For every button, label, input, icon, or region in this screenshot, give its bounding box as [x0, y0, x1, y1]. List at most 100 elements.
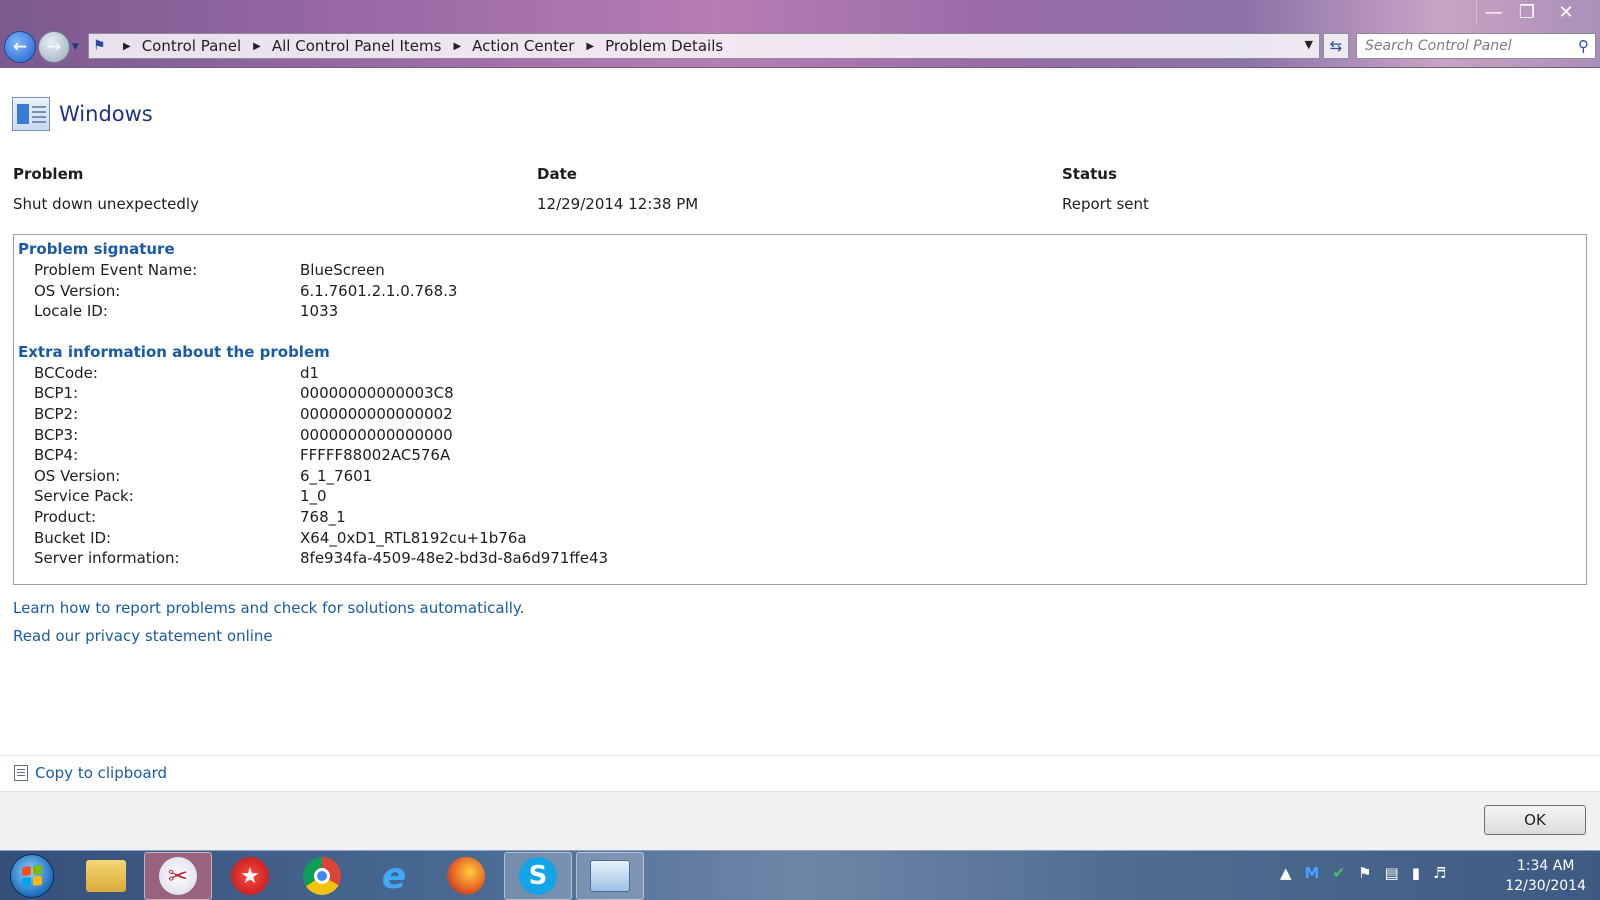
date-value: 12/29/2014 12:38 PM: [537, 195, 699, 213]
chevron-right-icon: ▶: [253, 40, 261, 52]
extra-info-list: BCCode: d1 BCP1: 00000000000003C8 BCP2: 00000…: [18, 363, 1582, 569]
detail-key: BCCode:: [34, 363, 98, 382]
detail-value: 0000000000000000: [300, 425, 453, 444]
detail-row: BCP4: FFFFF88002AC576A: [18, 445, 1582, 466]
search-box[interactable]: ⚲: [1356, 33, 1596, 59]
forward-button[interactable]: →: [38, 31, 70, 63]
problem-details-pane: Windows Problem Shut down unexpectedly D…: [0, 69, 1600, 754]
breadcrumb-problem-details[interactable]: Problem Details: [605, 37, 723, 55]
volume-icon[interactable]: ♬: [1433, 864, 1446, 882]
taskbar-snipping-tool[interactable]: ✂: [144, 852, 212, 900]
clock-time: 1:34 AM: [1516, 858, 1575, 874]
network-signal-icon[interactable]: ▤: [1385, 864, 1399, 882]
malwarebytes-icon[interactable]: M: [1305, 864, 1320, 882]
chevron-right-icon: ▶: [586, 40, 595, 52]
details-box[interactable]: Problem signature Problem Event Name: Blu…: [13, 234, 1587, 585]
battery-icon[interactable]: ▮: [1412, 864, 1420, 882]
taskbar-internet-explorer[interactable]: e: [360, 852, 428, 900]
taskbar-skype[interactable]: S: [504, 852, 572, 900]
refresh-icon: ⇆: [1329, 37, 1343, 55]
taskbar-clock[interactable]: 1:34 AM 12/30/2014: [1505, 856, 1586, 896]
control-panel-icon: [590, 860, 630, 892]
taskbar-firefox[interactable]: [432, 852, 500, 900]
detail-row: Server information: 8fe934fa-4509-48e2-bd…: [18, 548, 1582, 569]
taskbar-pokerstars[interactable]: ★: [216, 852, 284, 900]
detail-row: BCP3: 0000000000000000: [18, 425, 1582, 446]
folder-icon: [86, 860, 126, 892]
privacy-statement-link[interactable]: Read our privacy statement online: [13, 627, 524, 645]
search-input[interactable]: [1365, 38, 1555, 54]
show-hidden-icons-button[interactable]: ▲: [1280, 864, 1292, 882]
address-bar[interactable]: ⚑ ▶ Control Panel ▶ All Control Panel Ite…: [88, 33, 1320, 59]
taskbar-chrome[interactable]: [288, 852, 356, 900]
detail-row: OS Version: 6_1_7601: [18, 466, 1582, 487]
detail-row: Problem Event Name: BlueScreen: [18, 260, 1582, 281]
ok-button[interactable]: OK: [1484, 805, 1586, 835]
detail-value: 00000000000003C8: [300, 384, 454, 403]
recent-pages-dropdown[interactable]: ▼: [72, 42, 79, 52]
detail-key: BCP4:: [34, 446, 79, 465]
chevron-down-icon: ▼: [72, 42, 79, 52]
windows-logo-icon: [22, 864, 42, 888]
detail-value: BlueScreen: [300, 261, 385, 279]
dialog-footer: OK: [0, 791, 1600, 850]
start-button[interactable]: [10, 854, 54, 898]
breadcrumb-all-items[interactable]: All Control Panel Items ▶: [272, 37, 472, 55]
system-tray: ▲ M ✔ ⚑ ▤ ▮ ♬: [1280, 864, 1446, 882]
internet-explorer-icon: e: [381, 855, 407, 897]
arrow-right-icon: →: [46, 37, 62, 57]
problem-signature-heading: Problem signature: [18, 240, 175, 258]
refresh-button[interactable]: ⇆: [1323, 33, 1349, 59]
taskbar-control-panel[interactable]: [576, 852, 644, 900]
detail-row: OS Version: 6.1.7601.2.1.0.768.3: [18, 281, 1582, 302]
problem-value: Shut down unexpectedly: [13, 195, 199, 213]
action-center-flag-icon[interactable]: ⚑: [1358, 864, 1371, 882]
chevron-right-icon: ▶: [453, 40, 462, 52]
detail-value: 6.1.7601.2.1.0.768.3: [300, 281, 458, 300]
detail-row: Product: 768_1: [18, 507, 1582, 528]
minimize-icon: —: [1484, 1, 1503, 23]
learn-report-link[interactable]: Learn how to report problems and check f…: [13, 599, 524, 617]
page-title: Windows: [59, 102, 153, 126]
snipping-tool-icon: ✂: [159, 857, 197, 895]
copy-to-clipboard-link[interactable]: Copy to clipboard: [14, 764, 167, 782]
status-value: Report sent: [1062, 195, 1149, 213]
green-check-icon[interactable]: ✔: [1332, 864, 1345, 882]
detail-row: Service Pack: 1_0: [18, 486, 1582, 507]
detail-row: BCCode: d1: [18, 363, 1582, 384]
arrow-left-icon: ←: [12, 37, 28, 57]
breadcrumb-control-panel[interactable]: Control Panel ▶: [142, 37, 272, 55]
detail-key: OS Version:: [34, 466, 121, 485]
detail-key: Bucket ID:: [34, 528, 112, 547]
breadcrumb-sep[interactable]: ▶: [111, 41, 142, 52]
control-panel-flag-icon: ⚑: [93, 38, 106, 54]
pokerstars-icon: ★: [231, 857, 269, 895]
divider: [0, 755, 1600, 756]
clipboard-icon: [14, 765, 28, 781]
detail-value: 768_1: [300, 507, 346, 526]
detail-key: Service Pack:: [34, 487, 134, 506]
detail-value: FFFFF88002AC576A: [300, 446, 451, 465]
address-dropdown-icon[interactable]: ▼: [1305, 38, 1313, 51]
detail-key: BCP2:: [34, 404, 79, 423]
status-label: Status: [1062, 165, 1117, 183]
skype-icon: S: [519, 857, 557, 895]
maximize-button[interactable]: ❐: [1510, 0, 1544, 24]
chevron-right-icon: ▶: [123, 40, 131, 52]
breadcrumb-action-center[interactable]: Action Center ▶: [472, 37, 605, 55]
detail-key: BCP3:: [34, 425, 79, 444]
minimize-button[interactable]: —: [1476, 0, 1510, 24]
clock-date: 12/30/2014: [1505, 878, 1586, 894]
search-icon[interactable]: ⚲: [1578, 37, 1589, 55]
detail-key: BCP1:: [34, 384, 79, 403]
back-button[interactable]: ←: [4, 31, 36, 63]
close-icon: ✕: [1558, 1, 1574, 23]
close-button[interactable]: ✕: [1544, 0, 1588, 24]
problem-column: Problem Shut down unexpectedly: [13, 165, 513, 213]
detail-key: Problem Event Name:: [34, 261, 198, 279]
detail-row: Bucket ID: X64_0xD1_RTL8192cu+1b76a: [18, 528, 1582, 549]
taskbar-explorer[interactable]: [72, 852, 140, 900]
window-titlebar: — ❐ ✕ ← → ▼ ⚑ ▶ Control Panel ▶ All Contr…: [0, 0, 1600, 68]
detail-value: d1: [300, 363, 320, 382]
app-header: Windows: [12, 97, 153, 131]
